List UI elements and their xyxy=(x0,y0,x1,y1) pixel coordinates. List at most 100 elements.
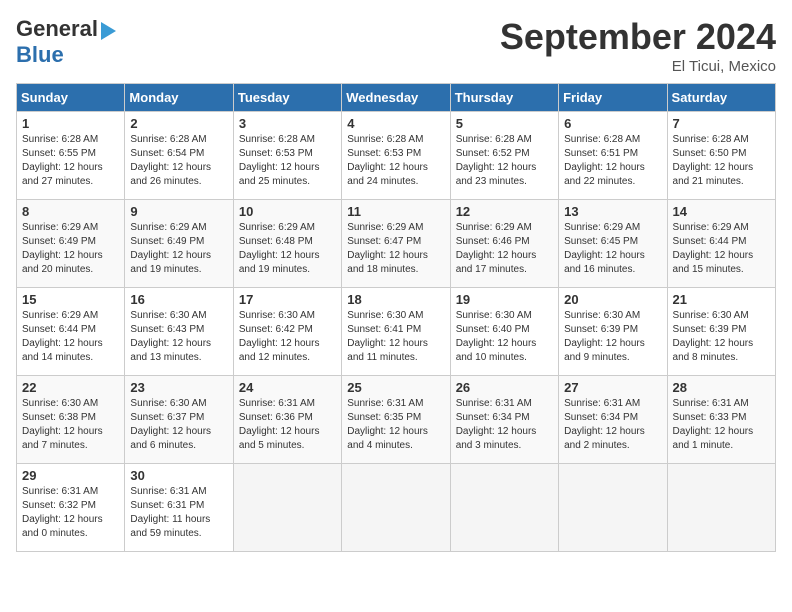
day-info: Sunrise: 6:30 AM Sunset: 6:38 PM Dayligh… xyxy=(22,397,119,453)
day-number: 6 xyxy=(564,116,661,131)
day-header-thursday: Thursday xyxy=(450,84,558,112)
day-number: 15 xyxy=(22,292,119,307)
day-header-monday: Monday xyxy=(125,84,233,112)
day-cell: 21Sunrise: 6:30 AM Sunset: 6:39 PM Dayli… xyxy=(667,288,775,376)
day-number: 16 xyxy=(130,292,227,307)
day-info: Sunrise: 6:31 AM Sunset: 6:34 PM Dayligh… xyxy=(456,397,553,453)
day-info: Sunrise: 6:29 AM Sunset: 6:48 PM Dayligh… xyxy=(239,221,336,277)
day-cell: 24Sunrise: 6:31 AM Sunset: 6:36 PM Dayli… xyxy=(233,376,341,464)
day-number: 20 xyxy=(564,292,661,307)
week-row-5: 29Sunrise: 6:31 AM Sunset: 6:32 PM Dayli… xyxy=(17,464,776,552)
day-header-wednesday: Wednesday xyxy=(342,84,450,112)
week-row-4: 22 Sunrise: 6:30 AM Sunset: 6:38 PM Dayli… xyxy=(17,376,776,464)
day-number: 2 xyxy=(130,116,227,131)
page-header: General Blue September 2024 El Ticui, Me… xyxy=(16,16,776,75)
day-info: Sunrise: 6:31 AM Sunset: 6:35 PM Dayligh… xyxy=(347,397,444,453)
logo-blue: Blue xyxy=(16,42,64,67)
title-area: September 2024 El Ticui, Mexico xyxy=(500,16,776,75)
day-cell: 30 Sunrise: 6:31 AM Sunset: 6:31 PM Dayli… xyxy=(125,464,233,552)
day-cell: 29Sunrise: 6:31 AM Sunset: 6:32 PM Dayli… xyxy=(17,464,125,552)
day-cell: 3Sunrise: 6:28 AM Sunset: 6:53 PM Daylig… xyxy=(233,112,341,200)
day-number: 22 xyxy=(22,380,119,395)
day-cell: 13Sunrise: 6:29 AM Sunset: 6:45 PM Dayli… xyxy=(559,200,667,288)
logo-general: General xyxy=(16,16,98,42)
day-info: Sunrise: 6:29 AM Sunset: 6:44 PM Dayligh… xyxy=(22,309,119,365)
day-cell: 25Sunrise: 6:31 AM Sunset: 6:35 PM Dayli… xyxy=(342,376,450,464)
logo-arrow-icon xyxy=(101,22,116,40)
day-info: Sunrise: 6:30 AM Sunset: 6:41 PM Dayligh… xyxy=(347,309,444,365)
day-header-sunday: Sunday xyxy=(17,84,125,112)
day-info: Sunrise: 6:31 AM Sunset: 6:31 PM Dayligh… xyxy=(130,485,227,541)
day-header-friday: Friday xyxy=(559,84,667,112)
day-cell: 11Sunrise: 6:29 AM Sunset: 6:47 PM Dayli… xyxy=(342,200,450,288)
day-cell xyxy=(667,464,775,552)
week-row-3: 15 Sunrise: 6:29 AM Sunset: 6:44 PM Dayli… xyxy=(17,288,776,376)
day-number: 10 xyxy=(239,204,336,219)
week-row-1: 1 Sunrise: 6:28 AM Sunset: 6:55 PM Daylig… xyxy=(17,112,776,200)
day-cell: 15 Sunrise: 6:29 AM Sunset: 6:44 PM Dayli… xyxy=(17,288,125,376)
day-number: 11 xyxy=(347,204,444,219)
day-cell: 28Sunrise: 6:31 AM Sunset: 6:33 PM Dayli… xyxy=(667,376,775,464)
day-info: Sunrise: 6:30 AM Sunset: 6:37 PM Dayligh… xyxy=(130,397,227,453)
day-info: Sunrise: 6:31 AM Sunset: 6:33 PM Dayligh… xyxy=(673,397,770,453)
day-number: 14 xyxy=(673,204,770,219)
day-number: 19 xyxy=(456,292,553,307)
day-info: Sunrise: 6:28 AM Sunset: 6:52 PM Dayligh… xyxy=(456,133,553,189)
day-cell: 23 Sunrise: 6:30 AM Sunset: 6:37 PM Dayli… xyxy=(125,376,233,464)
day-cell: 14Sunrise: 6:29 AM Sunset: 6:44 PM Dayli… xyxy=(667,200,775,288)
day-info: Sunrise: 6:30 AM Sunset: 6:42 PM Dayligh… xyxy=(239,309,336,365)
day-cell: 10 Sunrise: 6:29 AM Sunset: 6:48 PM Dayli… xyxy=(233,200,341,288)
calendar-table: SundayMondayTuesdayWednesdayThursdayFrid… xyxy=(16,83,776,552)
day-info: Sunrise: 6:28 AM Sunset: 6:50 PM Dayligh… xyxy=(673,133,770,189)
day-cell: 1 Sunrise: 6:28 AM Sunset: 6:55 PM Daylig… xyxy=(17,112,125,200)
day-number: 27 xyxy=(564,380,661,395)
day-number: 17 xyxy=(239,292,336,307)
day-number: 12 xyxy=(456,204,553,219)
day-cell: 17 Sunrise: 6:30 AM Sunset: 6:42 PM Dayli… xyxy=(233,288,341,376)
day-cell: 8 Sunrise: 6:29 AM Sunset: 6:49 PM Daylig… xyxy=(17,200,125,288)
day-number: 5 xyxy=(456,116,553,131)
day-cell: 2Sunrise: 6:28 AM Sunset: 6:54 PM Daylig… xyxy=(125,112,233,200)
day-cell xyxy=(342,464,450,552)
day-number: 13 xyxy=(564,204,661,219)
day-number: 26 xyxy=(456,380,553,395)
day-number: 8 xyxy=(22,204,119,219)
week-row-2: 8 Sunrise: 6:29 AM Sunset: 6:49 PM Daylig… xyxy=(17,200,776,288)
day-cell xyxy=(559,464,667,552)
day-info: Sunrise: 6:30 AM Sunset: 6:39 PM Dayligh… xyxy=(673,309,770,365)
day-number: 23 xyxy=(130,380,227,395)
calendar-header-row: SundayMondayTuesdayWednesdayThursdayFrid… xyxy=(17,84,776,112)
day-cell: 26 Sunrise: 6:31 AM Sunset: 6:34 PM Dayli… xyxy=(450,376,558,464)
logo: General Blue xyxy=(16,16,116,68)
day-number: 7 xyxy=(673,116,770,131)
day-cell: 18 Sunrise: 6:30 AM Sunset: 6:41 PM Dayli… xyxy=(342,288,450,376)
day-number: 4 xyxy=(347,116,444,131)
day-number: 9 xyxy=(130,204,227,219)
day-number: 18 xyxy=(347,292,444,307)
day-cell: 5 Sunrise: 6:28 AM Sunset: 6:52 PM Daylig… xyxy=(450,112,558,200)
day-info: Sunrise: 6:28 AM Sunset: 6:51 PM Dayligh… xyxy=(564,133,661,189)
day-header-saturday: Saturday xyxy=(667,84,775,112)
month-title: September 2024 xyxy=(500,16,776,58)
day-info: Sunrise: 6:28 AM Sunset: 6:55 PM Dayligh… xyxy=(22,133,119,189)
day-info: Sunrise: 6:28 AM Sunset: 6:53 PM Dayligh… xyxy=(347,133,444,189)
day-info: Sunrise: 6:30 AM Sunset: 6:39 PM Dayligh… xyxy=(564,309,661,365)
day-cell xyxy=(233,464,341,552)
day-cell: 19 Sunrise: 6:30 AM Sunset: 6:40 PM Dayli… xyxy=(450,288,558,376)
day-cell: 12Sunrise: 6:29 AM Sunset: 6:46 PM Dayli… xyxy=(450,200,558,288)
day-info: Sunrise: 6:30 AM Sunset: 6:40 PM Dayligh… xyxy=(456,309,553,365)
day-number: 3 xyxy=(239,116,336,131)
calendar-body: 1 Sunrise: 6:28 AM Sunset: 6:55 PM Daylig… xyxy=(17,112,776,552)
day-info: Sunrise: 6:29 AM Sunset: 6:49 PM Dayligh… xyxy=(22,221,119,277)
day-info: Sunrise: 6:31 AM Sunset: 6:34 PM Dayligh… xyxy=(564,397,661,453)
day-cell: 9Sunrise: 6:29 AM Sunset: 6:49 PM Daylig… xyxy=(125,200,233,288)
day-info: Sunrise: 6:30 AM Sunset: 6:43 PM Dayligh… xyxy=(130,309,227,365)
day-header-tuesday: Tuesday xyxy=(233,84,341,112)
day-cell: 22 Sunrise: 6:30 AM Sunset: 6:38 PM Dayli… xyxy=(17,376,125,464)
day-cell xyxy=(450,464,558,552)
day-cell: 4 Sunrise: 6:28 AM Sunset: 6:53 PM Daylig… xyxy=(342,112,450,200)
day-number: 1 xyxy=(22,116,119,131)
day-cell: 20 Sunrise: 6:30 AM Sunset: 6:39 PM Dayli… xyxy=(559,288,667,376)
day-cell: 6 Sunrise: 6:28 AM Sunset: 6:51 PM Daylig… xyxy=(559,112,667,200)
day-number: 30 xyxy=(130,468,227,483)
